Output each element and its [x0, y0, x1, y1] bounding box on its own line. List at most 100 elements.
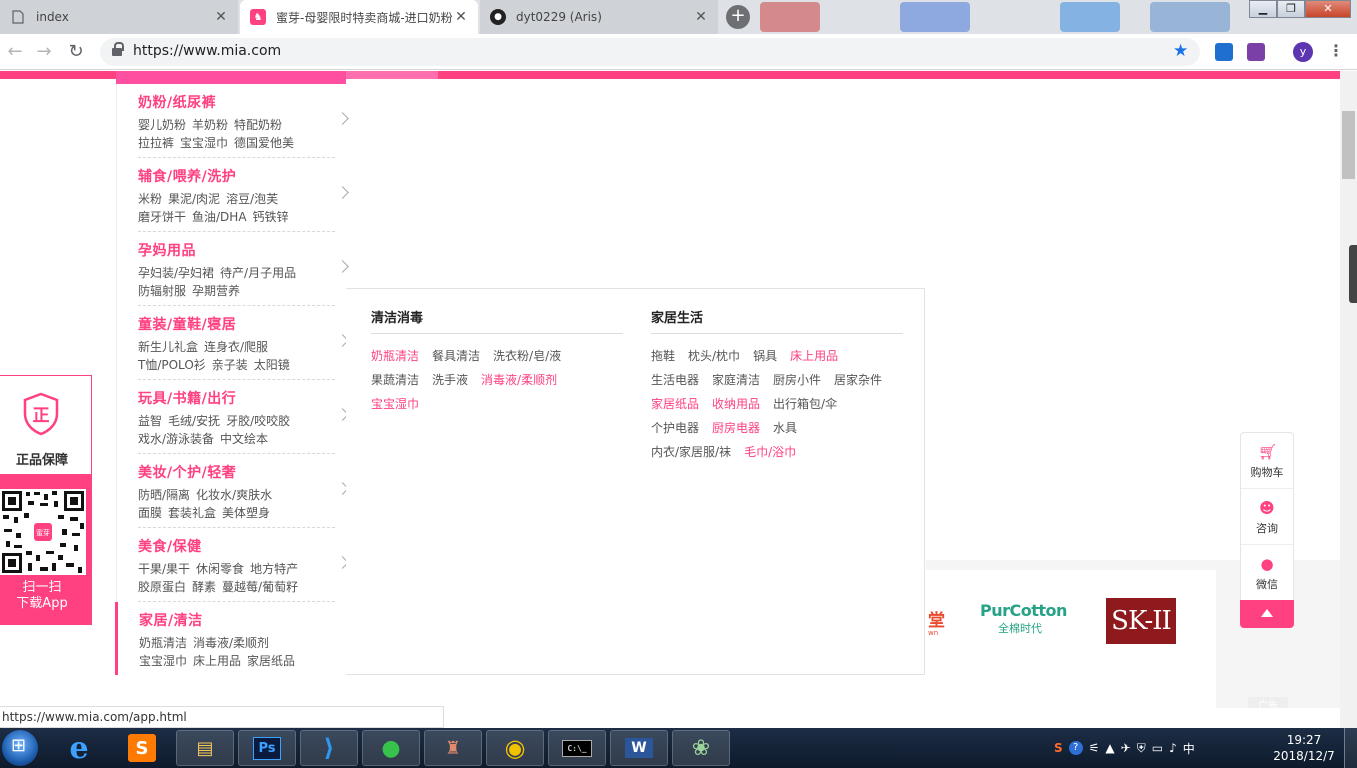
ie-icon[interactable]: e	[50, 730, 108, 766]
category-item-selected[interactable]: 家居/清洁 奶瓶清洁 消毒液/柔顺剂 宝宝湿巾 床上用品 家居纸品	[115, 602, 345, 675]
reload-button[interactable]: ↻	[64, 40, 88, 64]
category-link[interactable]: 待产/月子用品	[220, 266, 296, 280]
close-icon[interactable]: ✕	[454, 9, 468, 25]
category-link[interactable]: 太阳镜	[254, 358, 290, 372]
flyout-link[interactable]: 洗衣粉/皂/液	[493, 349, 561, 363]
flyout-link[interactable]: 枕头/枕巾	[688, 349, 740, 363]
category-link[interactable]: 套装礼盒	[168, 506, 216, 520]
category-title[interactable]: 美妆/个护/轻奢	[138, 462, 236, 482]
url-text[interactable]: https://www.mia.com	[133, 43, 281, 59]
flyout-link[interactable]: 厨房小件	[773, 373, 821, 387]
authentic-badge[interactable]: 正 正品保障	[0, 375, 92, 475]
monitor-icon[interactable]: ▭	[1152, 741, 1163, 755]
category-item[interactable]: 玩具/书籍/出行 益智 毛绒/安抚 牙胶/咬咬胶 戏水/游泳装备 中文绘本	[117, 380, 349, 454]
flyout-link[interactable]: 生活电器	[651, 373, 699, 387]
flyout-heading[interactable]: 清洁消毒	[371, 307, 623, 334]
category-link[interactable]: 干果/果干	[138, 562, 190, 576]
category-link[interactable]: 奶瓶清洁	[139, 636, 187, 650]
category-item[interactable]: 童装/童鞋/寝居 新生儿礼盒 连身衣/爬服 T恤/POLO衫 亲子装 太阳镜	[117, 306, 349, 380]
category-link[interactable]: 家居纸品	[247, 654, 295, 668]
flyout-link[interactable]: 个护电器	[651, 421, 699, 435]
category-link[interactable]: 特配奶粉	[234, 118, 282, 132]
category-item[interactable]: 辅食/喂养/洗护 米粉 果泥/肉泥 溶豆/泡芙 磨牙饼干 鱼油/DHA 钙铁锌	[117, 158, 349, 232]
photoshop-icon[interactable]: Ps	[238, 730, 296, 766]
category-title[interactable]: 美食/保健	[138, 536, 202, 556]
flyout-link[interactable]: 消毒液/柔顺剂	[481, 373, 557, 387]
explorer-icon[interactable]: ▤	[176, 730, 234, 766]
cart-button[interactable]: 🛒︎ 购物车	[1241, 433, 1293, 489]
close-icon[interactable]: ✕	[214, 9, 228, 25]
category-link[interactable]: 蔓越莓/葡萄籽	[222, 580, 298, 594]
back-button[interactable]: ←	[3, 40, 27, 64]
flyout-link[interactable]: 厨房电器	[712, 421, 760, 435]
wechat-button[interactable]: ● 微信	[1241, 545, 1293, 601]
show-desktop-button[interactable]	[1344, 728, 1357, 768]
brand-logo-partial[interactable]: 堂 wn	[928, 606, 945, 637]
category-link[interactable]: 防辐射服	[138, 284, 186, 298]
category-link[interactable]: 消毒液/柔顺剂	[193, 636, 269, 650]
category-link[interactable]: 面膜	[138, 506, 162, 520]
category-item[interactable]: 奶粉/纸尿裤 婴儿奶粉 羊奶粉 特配奶粉 拉拉裤 宝宝湿巾 德国爱他美	[117, 84, 349, 158]
flyout-link[interactable]: 锅具	[753, 349, 777, 363]
game-icon[interactable]: ♜	[424, 730, 482, 766]
tab-github[interactable]: ● dyt0229 (Aris) ✕	[480, 0, 718, 34]
security-icon[interactable]: ⛨	[1137, 741, 1146, 756]
category-link[interactable]: 酵素	[192, 580, 216, 594]
category-link[interactable]: 米粉	[138, 192, 162, 206]
category-link[interactable]: 婴儿奶粉	[138, 118, 186, 132]
profile-avatar[interactable]: y	[1293, 42, 1313, 62]
restore-button[interactable]: ❐	[1277, 0, 1305, 18]
close-window-button[interactable]: ✕	[1305, 0, 1351, 18]
category-link[interactable]: 益智	[138, 414, 162, 428]
category-link[interactable]: 孕期营养	[192, 284, 240, 298]
vscode-icon[interactable]: ⟩	[300, 730, 358, 766]
flyout-link[interactable]: 床上用品	[790, 349, 838, 363]
tray-expand-icon[interactable]: ▲	[1105, 741, 1114, 755]
category-link[interactable]: 中文绘本	[220, 432, 268, 446]
omnibox[interactable]: https://www.mia.com ★	[100, 38, 1200, 66]
category-item[interactable]: 美食/保健 干果/果干 休闲零食 地方特产 胶原蛋白 酵素 蔓越莓/葡萄籽	[117, 528, 349, 602]
flyout-link[interactable]: 水具	[773, 421, 797, 435]
category-link[interactable]: 新生儿礼盒	[138, 340, 198, 354]
close-icon[interactable]: ✕	[694, 9, 708, 25]
flyout-link[interactable]: 居家杂件	[834, 373, 882, 387]
flyout-link[interactable]: 家居纸品	[651, 397, 699, 411]
category-title[interactable]: 玩具/书籍/出行	[138, 388, 236, 408]
sublime-icon[interactable]: S	[128, 734, 156, 762]
network-icon[interactable]: ⚟	[1089, 741, 1100, 755]
category-link[interactable]: 胶原蛋白	[138, 580, 186, 594]
consult-button[interactable]: ☻ 咨询	[1241, 489, 1293, 545]
category-link[interactable]: 连身衣/爬服	[204, 340, 268, 354]
extension-icon[interactable]	[1215, 43, 1233, 61]
flyout-link[interactable]: 果蔬清洁	[371, 373, 419, 387]
category-link[interactable]: 钙铁锌	[253, 210, 289, 224]
system-clock[interactable]: 19:27 2018/12/7	[1272, 732, 1336, 764]
category-title[interactable]: 奶粉/纸尿裤	[138, 92, 216, 112]
category-item[interactable]: 孕妈用品 孕妇装/孕妇裙 待产/月子用品 防辐射服 孕期营养	[117, 232, 349, 306]
app-icon[interactable]: ❀	[672, 730, 730, 766]
flyout-link[interactable]: 出行箱包/伞	[773, 397, 837, 411]
category-link[interactable]: 果泥/肉泥	[168, 192, 220, 206]
menu-icon[interactable]: ⋮	[1328, 41, 1344, 60]
flyout-link[interactable]: 奶瓶清洁	[371, 349, 419, 363]
flyout-heading[interactable]: 家居生活	[651, 307, 903, 334]
cmd-icon[interactable]: C:\_	[548, 730, 606, 766]
category-link[interactable]: 磨牙饼干	[138, 210, 186, 224]
all-categories-tab[interactable]	[116, 71, 346, 84]
category-link[interactable]: T恤/POLO衫	[138, 358, 206, 372]
category-link[interactable]: 牙胶/咬咬胶	[226, 414, 290, 428]
start-button[interactable]	[2, 730, 38, 766]
flyout-link[interactable]: 宝宝湿巾	[371, 397, 419, 411]
bookmark-star-icon[interactable]: ★	[1173, 41, 1188, 61]
flyout-link[interactable]: 内衣/家居服/袜	[651, 445, 731, 459]
flyout-link[interactable]: 洗手液	[432, 373, 468, 387]
category-link[interactable]: 亲子装	[212, 358, 248, 372]
category-link[interactable]: 宝宝湿巾	[180, 136, 228, 150]
category-link[interactable]: 孕妇装/孕妇裙	[138, 266, 214, 280]
category-link[interactable]: 羊奶粉	[192, 118, 228, 132]
category-link[interactable]: 戏水/游泳装备	[138, 432, 214, 446]
flyout-link[interactable]: 收纳用品	[712, 397, 760, 411]
flyout-link[interactable]: 拖鞋	[651, 349, 675, 363]
category-title[interactable]: 辅食/喂养/洗护	[138, 166, 236, 186]
category-link[interactable]: 溶豆/泡芙	[226, 192, 278, 206]
